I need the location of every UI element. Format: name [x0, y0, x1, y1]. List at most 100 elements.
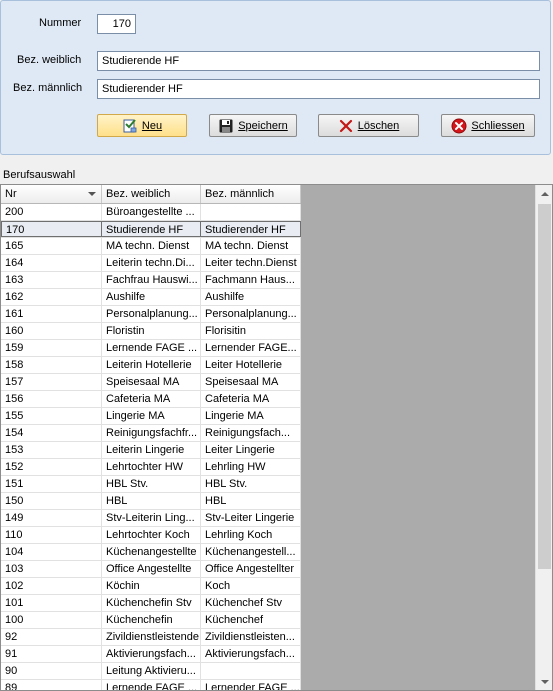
weiblich-field[interactable]: Studierende HF — [97, 51, 540, 71]
table-cell: MA techn. Dienst — [201, 238, 301, 254]
table-cell: Studierende HF — [102, 221, 201, 237]
table-cell: Speisesaal MA — [201, 374, 301, 390]
table-cell: 165 — [1, 238, 102, 254]
table-row[interactable]: 91 Aktivierungsfach... Aktivierungsfach... — [1, 646, 301, 663]
table-cell: Cafeteria MA — [102, 391, 201, 407]
table-cell: Lehrling Koch — [201, 527, 301, 543]
table-cell: HBL — [201, 493, 301, 509]
table-cell: 149 — [1, 510, 102, 526]
table-row[interactable]: 89 Lernende FAGE ... Lernender FAGE ... — [1, 680, 301, 690]
table-row[interactable]: 101 Küchenchefin Stv Küchenchef Stv — [1, 595, 301, 612]
table-cell: Aktivierungsfach... — [201, 646, 301, 662]
scroll-down-icon[interactable] — [536, 673, 552, 690]
table-cell: Reinigungsfachfr... — [102, 425, 201, 441]
delete-x-icon — [338, 118, 354, 134]
table-cell: 102 — [1, 578, 102, 594]
delete-button[interactable]: Löschen — [318, 114, 419, 137]
table-cell: Küchenangestellte — [102, 544, 201, 560]
table-cell: Leitung Aktivieru... — [102, 663, 201, 679]
table-cell: Lernende FAGE ... — [102, 340, 201, 356]
save-button[interactable]: Speichern — [209, 114, 297, 137]
table-row[interactable]: 156 Cafeteria MA Cafeteria MA — [1, 391, 301, 408]
table-cell: Leiterin Lingerie — [102, 442, 201, 458]
table-row[interactable]: 163 Fachfrau Hauswi... Fachmann Haus... — [1, 272, 301, 289]
table-row[interactable]: 149 Stv-Leiterin Ling... Stv-Leiter Linger… — [1, 510, 301, 527]
table-row[interactable]: 104 Küchenangestellte Küchenangestell... — [1, 544, 301, 561]
table-row[interactable]: 103 Office Angestellte Office Angestellter — [1, 561, 301, 578]
table-row[interactable]: 154 Reinigungsfachfr... Reinigungsfach... — [1, 425, 301, 442]
table-cell: Floristin — [102, 323, 201, 339]
nummer-field[interactable]: 170 — [97, 14, 136, 34]
save-button-label: Speichern — [238, 119, 288, 132]
table-row[interactable]: 164 Leiterin techn.Di... Leiter techn.Dien… — [1, 255, 301, 272]
table-cell: 101 — [1, 595, 102, 611]
table-cell: 160 — [1, 323, 102, 339]
maennlich-field[interactable]: Studierender HF — [97, 79, 540, 99]
table-cell: Lehrtochter HW — [102, 459, 201, 475]
table-row[interactable]: 200 Büroangestellte ... — [1, 204, 301, 221]
column-header-nr[interactable]: Nr — [1, 185, 102, 203]
table-row[interactable]: 162 Aushilfe Aushilfe — [1, 289, 301, 306]
table-cell: Küchenchefin — [102, 612, 201, 628]
table-cell: 151 — [1, 476, 102, 492]
table-row[interactable]: 90 Leitung Aktivieru... — [1, 663, 301, 680]
table-row[interactable]: 170 Studierende HF Studierender HF — [1, 221, 301, 238]
table-cell: 164 — [1, 255, 102, 271]
table-cell: Fachfrau Hauswi... — [102, 272, 201, 288]
maennlich-label: Bez. männlich — [13, 82, 83, 94]
table-cell: Lingerie MA — [102, 408, 201, 424]
vertical-scrollbar[interactable] — [535, 185, 552, 690]
scroll-up-icon[interactable] — [536, 185, 552, 202]
table-row[interactable]: 160 Floristin Florisitin — [1, 323, 301, 340]
table-row[interactable]: 158 Leiterin Hotellerie Leiter Hotellerie — [1, 357, 301, 374]
table-row[interactable]: 161 Personalplanung... Personalplanung... — [1, 306, 301, 323]
table-cell: 156 — [1, 391, 102, 407]
table-row[interactable]: 152 Lehrtochter HW Lehrling HW — [1, 459, 301, 476]
table-cell: 200 — [1, 204, 102, 220]
table-cell: 159 — [1, 340, 102, 356]
table-cell: Leiter techn.Dienst — [201, 255, 301, 271]
table-cell: Reinigungsfach... — [201, 425, 301, 441]
table-cell: 100 — [1, 612, 102, 628]
new-button[interactable]: Neu — [97, 114, 187, 137]
table-cell: 154 — [1, 425, 102, 441]
table-cell: Küchenchefin Stv — [102, 595, 201, 611]
table-row[interactable]: 165 MA techn. Dienst MA techn. Dienst — [1, 238, 301, 255]
delete-button-label: Löschen — [357, 119, 400, 132]
table-row[interactable]: 92 Zivildienstleistende Zivildienstleisten… — [1, 629, 301, 646]
table-row[interactable]: 151 HBL Stv. HBL Stv. — [1, 476, 301, 493]
column-header-maennlich[interactable]: Bez. männlich — [201, 185, 301, 203]
table-row[interactable]: 157 Speisesaal MA Speisesaal MA — [1, 374, 301, 391]
table-cell: MA techn. Dienst — [102, 238, 201, 254]
table-row[interactable]: 100 Küchenchefin Küchenchef — [1, 612, 301, 629]
table-row[interactable]: 159 Lernende FAGE ... Lernender FAGE... — [1, 340, 301, 357]
close-button[interactable]: Schliessen — [441, 114, 535, 137]
table-cell: Küchenangestell... — [201, 544, 301, 560]
weiblich-label: Bez. weiblich — [17, 54, 82, 66]
table-cell: Küchenchef — [201, 612, 301, 628]
column-header-weiblich[interactable]: Bez. weiblich — [102, 185, 201, 203]
close-circle-icon — [451, 118, 467, 134]
table-cell: Büroangestellte ... — [102, 204, 201, 220]
table-cell: Lingerie MA — [201, 408, 301, 424]
table-cell: 90 — [1, 663, 102, 679]
table-cell: 92 — [1, 629, 102, 645]
table-cell: 161 — [1, 306, 102, 322]
table-row[interactable]: 153 Leiterin Lingerie Leiter Lingerie — [1, 442, 301, 459]
column-header-label: Nr — [5, 188, 17, 200]
table-row[interactable]: 155 Lingerie MA Lingerie MA — [1, 408, 301, 425]
table-row[interactable]: 110 Lehrtochter Koch Lehrling Koch — [1, 527, 301, 544]
table-cell: 163 — [1, 272, 102, 288]
scroll-thumb[interactable] — [538, 204, 551, 569]
profession-table: Nr Bez. weiblich Bez. männlich 200 Büroan… — [1, 185, 301, 690]
table-cell: 152 — [1, 459, 102, 475]
table-row[interactable]: 102 Köchin Koch — [1, 578, 301, 595]
table-cell: Aktivierungsfach... — [102, 646, 201, 662]
section-label: Berufsauswahl — [3, 169, 76, 181]
table-cell: Cafeteria MA — [201, 391, 301, 407]
table-cell: Stv-Leiterin Ling... — [102, 510, 201, 526]
table-cell: 150 — [1, 493, 102, 509]
table-cell: Lernender FAGE ... — [201, 680, 301, 690]
table-row[interactable]: 150 HBL HBL — [1, 493, 301, 510]
table-cell: 158 — [1, 357, 102, 373]
